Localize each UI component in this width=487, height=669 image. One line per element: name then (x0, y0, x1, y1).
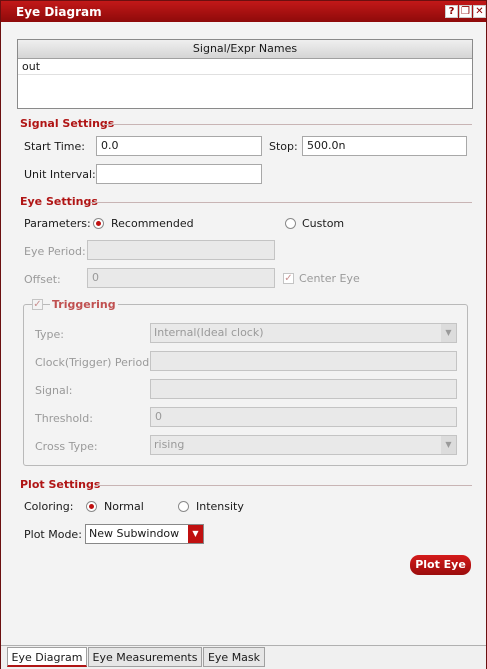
title-bar: Eye Diagram ? ❐ ✕ (1, 1, 486, 22)
center-eye-checkbox[interactable]: ✓ (283, 273, 294, 284)
parameters-label: Parameters: (24, 217, 91, 230)
clock-period-input[interactable] (150, 351, 457, 371)
recommended-label: Recommended (111, 217, 194, 230)
triggering-title: Triggering (50, 298, 118, 311)
signal-list-table[interactable]: Signal/Expr Names out (17, 39, 473, 109)
offset-label: Offset: (24, 273, 61, 286)
window-title: Eye Diagram (16, 5, 102, 19)
triggering-checkbox[interactable]: ✓ (32, 299, 43, 310)
start-time-input[interactable]: 0.0 (96, 136, 262, 156)
chevron-down-icon: ▼ (441, 324, 456, 342)
tab-bar: Eye Diagram Eye Measurements Eye Mask (1, 645, 486, 669)
stop-input[interactable]: 500.0n (302, 136, 467, 156)
plot-mode-select[interactable]: New Subwindow ▼ (85, 524, 204, 544)
plot-mode-value: New Subwindow (89, 527, 180, 540)
signal-settings-title: Signal Settings (20, 117, 115, 130)
divider (95, 485, 472, 486)
stop-label: Stop: (269, 140, 298, 153)
cross-type-select[interactable]: rising ▼ (150, 435, 457, 455)
unit-interval-label: Unit Interval: (24, 168, 96, 181)
cross-type-value: rising (154, 438, 185, 451)
clock-period-label: Clock(Trigger) Period: (35, 356, 153, 369)
plot-eye-button[interactable]: Plot Eye (410, 555, 471, 575)
custom-label: Custom (302, 217, 345, 230)
restore-icon[interactable]: ❐ (459, 5, 472, 18)
chevron-down-icon: ▼ (441, 436, 456, 454)
signal-list-header: Signal/Expr Names (18, 40, 472, 59)
signal-row-out[interactable]: out (18, 59, 472, 75)
eye-settings-title: Eye Settings (20, 195, 98, 208)
coloring-label: Coloring: (24, 500, 74, 513)
type-select[interactable]: Internal(Ideal clock) ▼ (150, 323, 457, 343)
normal-radio[interactable] (86, 501, 97, 512)
tab-eye-diagram[interactable]: Eye Diagram (7, 647, 87, 667)
plot-mode-label: Plot Mode: (24, 528, 82, 541)
start-time-label: Start Time: (24, 140, 85, 153)
recommended-radio[interactable] (93, 218, 104, 229)
custom-radio[interactable] (285, 218, 296, 229)
signal-input[interactable] (150, 379, 457, 399)
threshold-input[interactable]: 0 (150, 407, 457, 427)
signal-label: Signal: (35, 384, 73, 397)
help-icon[interactable]: ? (445, 5, 458, 18)
form-panel: Signal/Expr Names out Signal Settings St… (1, 23, 486, 645)
type-value: Internal(Ideal clock) (154, 326, 264, 339)
eye-diagram-window: Eye Diagram ? ❐ ✕ Signal/Expr Names out … (0, 0, 487, 669)
intensity-radio[interactable] (178, 501, 189, 512)
offset-input[interactable]: 0 (87, 268, 275, 288)
tab-eye-measurements[interactable]: Eye Measurements (88, 647, 202, 667)
eye-period-input[interactable] (87, 240, 275, 260)
cross-type-label: Cross Type: (35, 440, 98, 453)
center-eye-label: Center Eye (299, 272, 360, 285)
divider (91, 202, 472, 203)
divider (104, 124, 472, 125)
eye-period-label: Eye Period: (24, 245, 86, 258)
intensity-label: Intensity (196, 500, 244, 513)
chevron-down-icon: ▼ (188, 525, 203, 543)
threshold-label: Threshold: (35, 412, 93, 425)
unit-interval-input[interactable] (96, 164, 262, 184)
tab-eye-mask[interactable]: Eye Mask (203, 647, 265, 667)
normal-label: Normal (104, 500, 144, 513)
type-label: Type: (35, 328, 64, 341)
close-icon[interactable]: ✕ (473, 5, 486, 18)
plot-settings-title: Plot Settings (20, 478, 101, 491)
